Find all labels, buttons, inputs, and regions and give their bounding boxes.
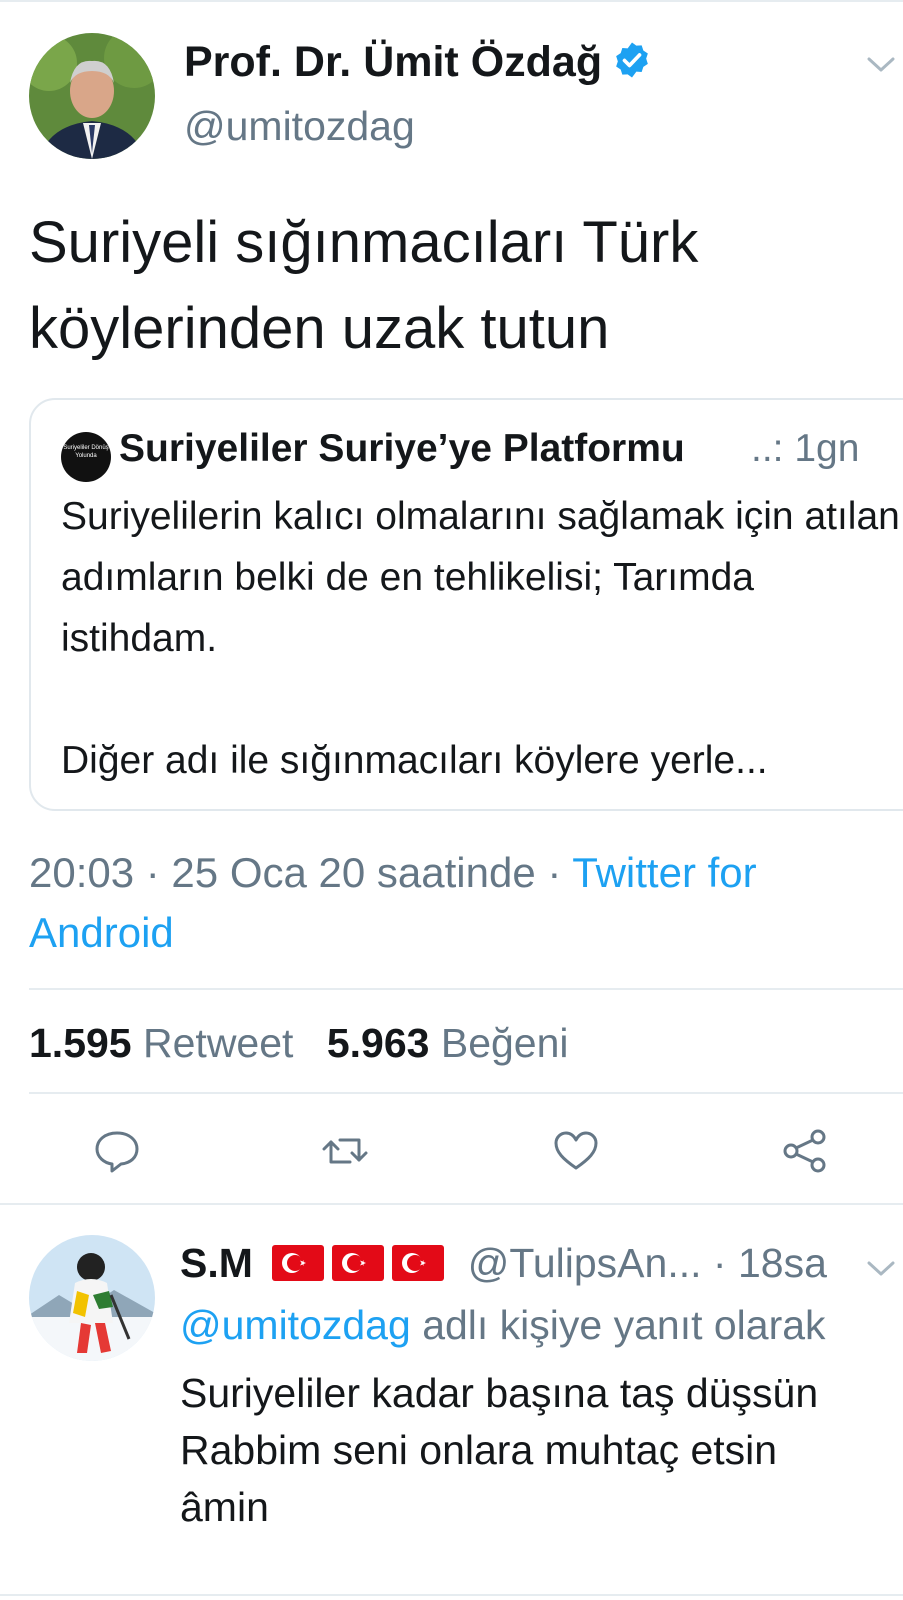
section-divider	[0, 1203, 903, 1205]
tweet-timestamp: 20:03 · 25 Oca 20 saatinde · Twitter for…	[29, 843, 849, 963]
reply-author-name[interactable]: S.M	[180, 1240, 253, 1286]
retweet-count[interactable]: 1.595 Retweet	[29, 1020, 293, 1066]
reply-handle[interactable]: @TulipsAn...	[468, 1240, 702, 1286]
timestamp-text: 20:03 · 25 Oca 20 saatinde ·	[29, 849, 573, 896]
author-avatar[interactable]	[29, 33, 155, 159]
reply-text: Suriyeliler kadar başına taş düşsün Rabb…	[180, 1370, 819, 1530]
tweet-stats: 1.595 Retweet 5.963 Beğeni	[29, 1020, 569, 1067]
chevron-down-icon[interactable]	[866, 54, 896, 76]
like-icon[interactable]	[551, 1126, 601, 1176]
quoted-meta: ..: 1gn	[751, 427, 860, 470]
like-count-label: Beğeni	[440, 1020, 569, 1066]
divider	[29, 988, 903, 990]
top-divider	[0, 0, 903, 2]
turkish-flag-icon	[332, 1245, 385, 1281]
mention-link[interactable]: @umitozdag	[180, 1302, 411, 1348]
quoted-author-name: Suriyeliler Suriye’ye Platformu	[119, 427, 685, 470]
quoted-avatar: Suriyeliler Dönüş Yolunda	[61, 432, 111, 482]
divider	[29, 1092, 903, 1094]
author-name-text: Prof. Dr. Ümit Özdağ	[184, 38, 603, 86]
reply-header: S.M @TulipsAn... · 18sa	[180, 1240, 827, 1287]
like-count[interactable]: 5.963 Beğeni	[327, 1020, 569, 1066]
turkish-flag-icon	[272, 1245, 325, 1281]
retweet-count-label: Retweet	[143, 1020, 294, 1066]
chevron-down-icon[interactable]	[866, 1258, 896, 1280]
turkish-flag-icon	[392, 1245, 445, 1281]
author-handle[interactable]: @umitozdag	[184, 103, 415, 150]
replying-to: @umitozdag adlı kişiye yanıt olarak	[180, 1302, 826, 1349]
reply-icon[interactable]	[92, 1126, 142, 1176]
tweet-text: Suriyeli sığınmacıları Türk köylerinden …	[29, 210, 699, 361]
like-count-value: 5.963	[326, 1020, 430, 1066]
author-display-name[interactable]: Prof. Dr. Ümit Özdağ	[184, 38, 652, 87]
reply-avatar[interactable]	[29, 1235, 155, 1361]
quoted-tweet-card[interactable]: Suriyeliler Dönüş Yolunda Suriyeliler Su…	[29, 398, 903, 811]
bottom-divider	[0, 1594, 903, 1596]
retweet-icon[interactable]	[320, 1126, 370, 1176]
quoted-text: Suriyelilerin kalıcı olmalarını sağlamak…	[61, 495, 900, 782]
retweet-count-value: 1.595	[29, 1020, 132, 1066]
verified-badge-icon	[616, 42, 648, 78]
share-icon[interactable]	[780, 1126, 830, 1176]
reply-time: · 18sa	[712, 1240, 827, 1286]
replying-to-suffix: adlı kişiye yanıt olarak	[410, 1302, 826, 1348]
